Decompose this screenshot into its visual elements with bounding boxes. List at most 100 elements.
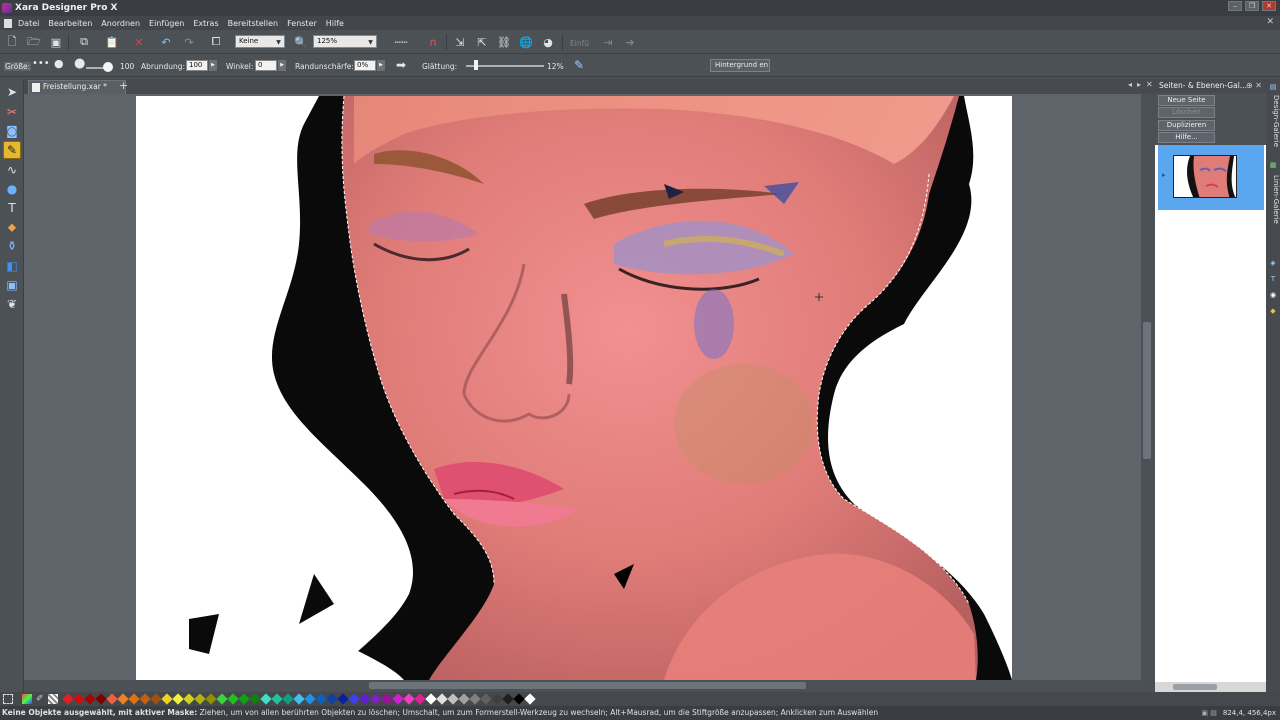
expand-arrow-icon[interactable]: ▸ (1162, 171, 1166, 179)
menu-datei[interactable]: Datei (18, 19, 39, 28)
rounding-input[interactable]: 100 (186, 60, 208, 71)
gallery-scrollbar[interactable] (1155, 682, 1266, 692)
bitmap-gallery-icon[interactable]: ◉ (1269, 291, 1277, 299)
smoothing-slider-thumb[interactable] (474, 60, 478, 70)
color-swatch[interactable] (370, 693, 382, 705)
paste-icon[interactable]: 📋 (104, 34, 120, 50)
edge-feather-spin-button[interactable]: ▶ (377, 60, 385, 71)
color-swatch[interactable] (480, 693, 492, 705)
pen-settings-icon[interactable]: ✎ (574, 58, 584, 72)
color-swatch[interactable] (403, 693, 415, 705)
color-picker-icon[interactable] (22, 694, 32, 704)
rounding-spin-button[interactable]: ▶ (209, 60, 217, 71)
horizontal-scroll-thumb[interactable] (369, 682, 806, 689)
menu-extras[interactable]: Extras (193, 19, 218, 28)
menu-bereitstellen[interactable]: Bereitstellen (228, 19, 278, 28)
color-swatch[interactable] (381, 693, 393, 705)
color-swatch[interactable] (161, 693, 173, 705)
new-document-icon[interactable]: 🗋 (4, 34, 20, 50)
size-slider-thumb[interactable] (103, 62, 113, 72)
color-swatch[interactable] (502, 693, 514, 705)
menu-fenster[interactable]: Fenster (287, 19, 317, 28)
color-gallery-icon[interactable]: ◆ (1269, 307, 1277, 315)
color-swatch[interactable] (304, 693, 316, 705)
menu-anordnen[interactable]: Anordnen (101, 19, 140, 28)
text-tool-icon[interactable]: T (3, 199, 21, 217)
tab-close-icon[interactable]: ✕ (1146, 80, 1153, 89)
link-icon[interactable]: ⛓ (496, 34, 512, 50)
zoom-icon[interactable]: 🔍 (293, 34, 309, 50)
color-swatch[interactable] (128, 693, 140, 705)
eraser-tool-icon[interactable]: ✎ (3, 141, 21, 159)
horizontal-scrollbar[interactable] (24, 680, 1145, 691)
tab-next-icon[interactable]: ▸ (1137, 80, 1141, 89)
undo-icon[interactable]: ↶ (158, 34, 174, 50)
duplicate-page-button[interactable]: Duplizieren (1158, 120, 1215, 131)
close-document-icon[interactable]: ✕ (1266, 17, 1274, 27)
save-icon[interactable]: ▣ (48, 34, 64, 50)
color-swatch[interactable] (84, 693, 96, 705)
fill-tool-icon[interactable]: ⬥ (3, 218, 21, 236)
brush-size-medium-icon[interactable]: ● (54, 57, 64, 70)
color-swatch[interactable] (117, 693, 129, 705)
color-swatch[interactable] (436, 693, 448, 705)
eyedropper-icon[interactable]: ✐ (36, 694, 46, 704)
export-icon[interactable]: ⇱ (474, 34, 490, 50)
color-swatch[interactable] (414, 693, 426, 705)
menu-einfuegen[interactable]: Einfügen (149, 19, 184, 28)
fill-gallery-icon[interactable]: ◈ (1269, 259, 1277, 267)
color-swatch[interactable] (458, 693, 470, 705)
color-swatch[interactable] (260, 693, 272, 705)
ellipse-tool-icon[interactable]: ● (3, 180, 21, 198)
color-swatch[interactable] (524, 693, 536, 705)
design-gallery-tab[interactable]: Design-Galerie (1266, 95, 1280, 155)
line-gallery-tab[interactable]: Linien-Galerie (1266, 175, 1280, 235)
snap-magnet-icon[interactable]: ∩ (425, 34, 441, 50)
menu-bearbeiten[interactable]: Bearbeiten (48, 19, 92, 28)
zoom-combo[interactable]: 125% ▼ (313, 35, 377, 48)
photo-tool-icon[interactable]: ✂ (3, 103, 21, 121)
gallery-scroll-thumb[interactable] (1173, 684, 1217, 690)
color-swatch[interactable] (513, 693, 525, 705)
color-swatch[interactable] (425, 693, 437, 705)
transparency-tool-icon[interactable]: ⚱ (3, 237, 21, 255)
new-page-button[interactable]: Neue Seite (1158, 95, 1215, 106)
page-thumbnail-item[interactable]: ▸ (1158, 145, 1264, 210)
camera-tool-icon[interactable]: ◙ (3, 122, 21, 140)
web-icon[interactable]: 🌐 (518, 34, 534, 50)
color-swatch[interactable] (359, 693, 371, 705)
color-swatch[interactable] (337, 693, 349, 705)
selector-tool-icon[interactable]: ➤ (3, 83, 21, 101)
document-tab[interactable]: Freistellung.xar * (28, 80, 126, 94)
color-swatch[interactable] (183, 693, 195, 705)
maximize-button[interactable]: ❐ (1245, 1, 1259, 11)
color-swatch[interactable] (315, 693, 327, 705)
close-window-button[interactable]: ✕ (1262, 1, 1276, 11)
color-swatch[interactable] (282, 693, 294, 705)
color-swatch[interactable] (392, 693, 404, 705)
gallery-pin-close-icon[interactable]: ⊕ ✕ (1246, 79, 1262, 93)
vertical-scroll-thumb[interactable] (1143, 322, 1151, 459)
color-swatch[interactable] (73, 693, 85, 705)
background-button[interactable]: Hintergrund en (710, 59, 770, 72)
brush-tool-icon[interactable]: ❦ (3, 295, 21, 313)
color-swatch[interactable] (205, 693, 217, 705)
tab-prev-icon[interactable]: ◂ (1128, 80, 1132, 89)
fill-mode-combo[interactable]: Keine ▼ (235, 35, 285, 48)
color-swatch[interactable] (62, 693, 74, 705)
minimize-button[interactable]: – (1228, 1, 1242, 11)
angle-spin-button[interactable]: ▶ (278, 60, 286, 71)
color-swatch[interactable] (271, 693, 283, 705)
new-tab-plus-icon[interactable]: + (119, 79, 128, 92)
color-swatch[interactable] (139, 693, 151, 705)
redo-icon[interactable]: ↷ (181, 34, 197, 50)
document-icon[interactable] (4, 18, 12, 28)
angle-input[interactable]: 0 (255, 60, 277, 71)
color-swatch[interactable] (491, 693, 503, 705)
vertical-scrollbar[interactable] (1141, 94, 1153, 680)
gallery-help-button[interactable]: Hilfe... (1158, 132, 1215, 143)
menu-hilfe[interactable]: Hilfe (326, 19, 344, 28)
page-gallery-icon[interactable]: ▤ (1269, 83, 1277, 91)
shape-editor-tool-icon[interactable]: ∿ (3, 161, 21, 179)
shadow-tool-icon[interactable]: ◧ (3, 257, 21, 275)
